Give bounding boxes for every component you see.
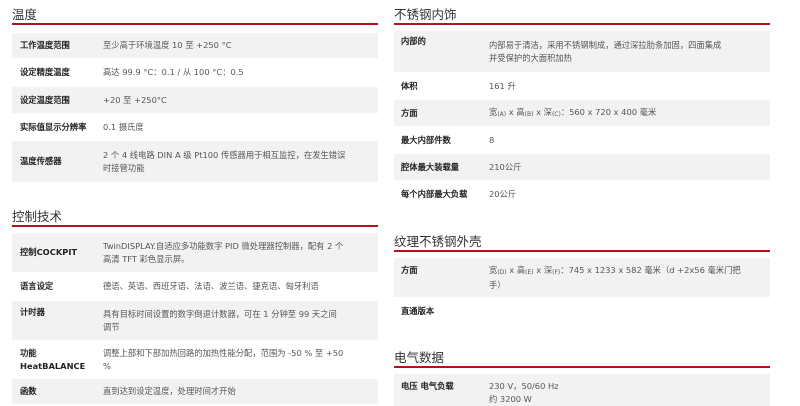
spec-value: 高达 99.9 °C：0.1 / 从 100 °C：0.5 [103,67,244,77]
spec-row: 方面 宽(D) x 高(E) x 深(F)：745 x 1233 x 582 毫… [394,258,770,298]
dim-sub: (D) [497,268,507,276]
right-column: 不锈钢内饰 内部的 内部易于清洁，采用不锈钢制成，通过深拉肋条加固，四面集成 并… [394,0,770,406]
spec-row: 控制COCKPIT TwinDISPLAY.自适应多功能数字 PID 微处理器控… [12,233,378,273]
spec-label: 方面 [401,265,418,275]
dim-sub: (B) [524,110,534,118]
spec-row: 电压 电气负载 230 V，50/60 Hz 约 3200 W [394,374,770,406]
section-title-control: 控制技术 [12,209,63,224]
section-title-interior: 不锈钢内饰 [394,7,457,22]
spec-value: 8 [489,134,495,145]
spec-label: 直通版本 [401,305,435,316]
dim-rest: ：745 x 1233 x 582 毫米（d +2x56 毫米门把 [560,264,741,275]
section-interior: 不锈钢内饰 内部的 内部易于清洁，采用不锈钢制成，通过深拉肋条加固，四面集成 并… [394,0,770,208]
spec-value-line: 高清 TFT 彩色显示屏。 [103,253,190,264]
spec-row: 直通版本 [394,298,770,325]
dim-depth: 深 [543,264,553,275]
section-electric: 电气数据 电压 电气负载 230 V，50/60 Hz 约 3200 W [394,343,770,406]
spec-value: 内部易于清洁，采用不锈钢制成，通过深拉肋条加固，四面集成 并受保护的大面积加热 [489,39,761,65]
spec-value: 20公斤 [489,188,517,199]
spec-row: 每个内部最大负载 20公斤 [394,181,770,208]
left-column: 温度 工作温度范围 至少高于环境温度 10 至 +250 °C 设定精度温度 高… [12,0,378,405]
spec-value-line: 230 V，50/60 Hz [489,381,559,391]
spec-value-line: 约 3200 W [489,394,532,404]
dim-depth: 深 [543,106,552,117]
spec-row: 功能 HeatBALANCE 调整上部和下部加热回路的加热性能分配，范围为 -5… [12,341,378,379]
spec-label: 体积 [401,80,418,91]
spec-value: +20 至 +250°C [103,94,167,105]
spec-row: 内部的 内部易于清洁，采用不锈钢制成，通过深拉肋条加固，四面集成 并受保护的大面… [394,31,770,73]
spec-row: 最大内部件数 8 [394,127,770,154]
spec-value: 直到达到设定温度，处理时间才开始 [103,386,236,396]
dim-rest: ：560 x 720 x 400 毫米 [560,106,657,117]
dim-sep: x [536,264,544,275]
spec-label: 函数 [20,386,37,396]
section-housing: 纹理不锈钢外壳 方面 宽(D) x 高(E) x 深(F)：745 x 1233… [394,227,770,325]
spec-value: 161 升 [489,80,516,91]
spec-value: 宽(A) x 高(B) x 深(C)：560 x 720 x 400 毫米 [489,106,761,121]
spec-row: 温度传感器 2 个 4 线电路 DIN A 级 Pt100 传感器用于相互监控，… [12,141,378,183]
spec-label: 腔体最大装载量 [401,161,460,172]
section-title-housing: 纹理不锈钢外壳 [394,234,482,249]
spec-value-line: 内部易于清洁，采用不锈钢制成，通过深拉肋条加固，四面集成 [489,39,722,50]
spec-label-line: HeatBALANCE [20,360,86,371]
spec-value: 调整上部和下部加热回路的加热性能分配，范围为 -50 % 至 +50 % [103,347,373,373]
spec-value-line: 具有目标时间设置的数字倒退计数器，可在 1 分钟至 99 天之间 [103,308,337,319]
spec-row: 设定精度温度 高达 99.9 °C：0.1 / 从 100 °C：0.5 [12,59,378,87]
section-title-electric: 电气数据 [394,350,445,365]
spec-row: 函数 直到达到设定温度，处理时间才开始 [12,379,378,405]
spec-row: 计时器 具有目标时间设置的数字倒退计数器，可在 1 分钟至 99 天之间 调节 [12,301,378,341]
spec-label: 每个内部最大负载 [401,188,468,199]
spec-value-line: 时接管功能 [103,162,145,173]
spec-row: 设定温度范围 +20 至 +250°C [12,87,378,114]
spec-value-line: % [103,360,111,371]
spec-value-line: TwinDISPLAY.自适应多功能数字 PID 微处理器控制器，配有 2 个 [103,240,344,251]
spec-row: 实际值显示分辨率 0.1 摄氏度 [12,114,378,141]
spec-label: 设定温度范围 [20,94,70,105]
spec-label: 方面 [401,107,418,118]
spec-label-line: 功能 [20,347,37,358]
spec-label: 语言设定 [20,281,54,291]
spec-label: 控制COCKPIT [20,247,78,257]
spec-label: 计时器 [20,307,45,317]
spec-value-line: 并受保护的大面积加热 [489,52,572,63]
dim-sub: (A) [497,110,507,118]
spec-value: 宽(D) x 高(E) x 深(F)：745 x 1233 x 582 毫米（d… [489,264,761,292]
dim-sub: (C) [551,110,561,118]
spec-value: 0.1 摄氏度 [103,121,144,132]
spec-row: 工作温度范围 至少高于环境温度 10 至 +250 °C [12,33,378,59]
spec-label: 实际值显示分辨率 [20,121,87,132]
spec-label: 内部的 [401,36,426,46]
spec-value: 230 V，50/60 Hz 约 3200 W [489,380,761,406]
spec-value-line: 调整上部和下部加热回路的加热性能分配，范围为 -50 % 至 +50 [103,347,344,358]
section-title-temperature: 温度 [12,7,38,22]
spec-label: 工作温度范围 [20,40,70,50]
spec-value-line: 2 个 4 线电路 DIN A 级 Pt100 传感器用于相互监控，在发生错误 [103,149,346,160]
spec-value: TwinDISPLAY.自适应多功能数字 PID 微处理器控制器，配有 2 个 … [103,240,373,266]
spec-value: 210公斤 [489,161,522,172]
spec-row: 语言设定 德语、英语、西班牙语、法语、波兰语、捷克语、匈牙利语 [12,273,378,301]
dim-height: 高 [516,264,526,275]
spec-value: 至少高于环境温度 10 至 +250 °C [103,40,232,50]
spec-row: 方面 宽(A) x 高(B) x 深(C)：560 x 720 x 400 毫米 [394,100,770,127]
spec-row: 体积 161 升 [394,73,770,100]
section-control: 控制技术 控制COCKPIT TwinDISPLAY.自适应多功能数字 PID … [12,202,378,405]
dim-height: 高 [516,106,525,117]
spec-value: 具有目标时间设置的数字倒退计数器，可在 1 分钟至 99 天之间 调节 [103,308,373,334]
spec-label: 最大内部件数 [401,134,451,145]
spec-label: 功能 HeatBALANCE [12,347,103,373]
dim-sub: (E) [525,268,534,276]
spec-label: 设定精度温度 [20,67,70,77]
spec-label: 温度传感器 [20,156,62,166]
spec-label: 电压 电气负载 [401,381,454,391]
spec-row: 腔体最大装载量 210公斤 [394,154,770,181]
section-temperature: 温度 工作温度范围 至少高于环境温度 10 至 +250 °C 设定精度温度 高… [12,0,378,183]
dim-sep: x [536,106,544,117]
spec-value: 2 个 4 线电路 DIN A 级 Pt100 传感器用于相互监控，在发生错误 … [103,149,373,175]
spec-value: 德语、英语、西班牙语、法语、波兰语、捷克语、匈牙利语 [103,281,319,291]
spec-value-line: 手） [489,279,506,290]
dim-sep: x [509,264,517,275]
spec-value-line: 调节 [103,321,120,332]
